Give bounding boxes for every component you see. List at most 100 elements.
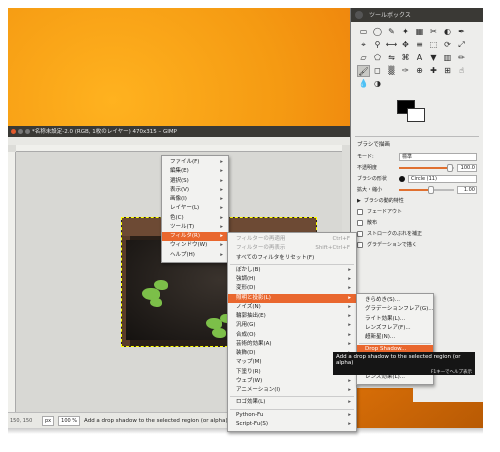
menu-item-filter-2-0[interactable]: Python-Fu ▸ [228, 411, 356, 420]
menu-item-filter-0-5[interactable]: 輪郭抽出(E) ▸ [228, 312, 356, 321]
opacity-slider[interactable] [399, 163, 454, 172]
smooth-label: ストロークのぶれを補正 [367, 231, 423, 237]
rect-select-icon[interactable]: ▭ [357, 26, 370, 38]
dynamics-row[interactable]: ▶ ブラシの動的特性 [351, 195, 483, 206]
background-color-swatch[interactable] [407, 108, 425, 122]
tool-options-title: ブラシで描画 [357, 142, 390, 148]
pencil-icon[interactable]: ✏ [455, 52, 468, 64]
brush-name[interactable]: Circle (11) [408, 174, 477, 183]
menu-item-filter-0-7[interactable]: 合成(O) ▸ [228, 331, 356, 340]
move-icon[interactable]: ✥ [399, 39, 412, 51]
menu-item-main-9[interactable]: ウィンドウ(W) ▸ [162, 241, 228, 250]
opacity-value[interactable]: 100.0 [457, 163, 477, 172]
heal-icon[interactable]: ✚ [427, 65, 440, 77]
minimize-icon[interactable] [18, 129, 23, 134]
menu-item-light-3[interactable]: レンズフレア(F)... [357, 324, 433, 333]
bucket-fill-icon[interactable]: ▼ [427, 52, 440, 64]
crop-icon[interactable]: ⬚ [427, 39, 440, 51]
brush-preview-icon[interactable] [399, 175, 405, 182]
menu-item-filter-0-2[interactable]: 変形(D) ▸ [228, 284, 356, 293]
menu-item-light-0[interactable]: きらめき(S)... [357, 296, 433, 305]
menu-item-main-3[interactable]: 表示(V) ▸ [162, 186, 228, 195]
cage-icon[interactable]: ⌘ [399, 52, 412, 64]
menu-item-main-4[interactable]: 画像(I) ▸ [162, 195, 228, 204]
select-by-color-icon[interactable]: ▦ [413, 26, 426, 38]
smudge-icon[interactable]: ☝ [455, 65, 468, 77]
menu-item-filter-2-1[interactable]: Script-Fu(S) ▸ [228, 420, 356, 429]
menu-item-reset-filters[interactable]: すべてのフィルタをリセット(F) [228, 254, 356, 263]
dodge-burn-icon[interactable]: ◑ [371, 78, 384, 90]
shear-icon[interactable]: ▱ [357, 52, 370, 64]
menu-item-main-5[interactable]: レイヤー(L) ▸ [162, 204, 228, 213]
blur-icon[interactable]: 💧 [357, 78, 370, 90]
ink-icon[interactable]: ✑ [399, 65, 412, 77]
foreground-select-icon[interactable]: ◐ [441, 26, 454, 38]
menu-item-light-1[interactable]: グラデーションフレア(G)... [357, 305, 433, 314]
menu-item-repeat-filter[interactable]: フィルターの再適用 Ctrl+F [228, 235, 356, 244]
menu-item-filter-1-0[interactable]: ロゴ効果(L) ▸ [228, 398, 356, 407]
smooth-checkbox[interactable] [357, 230, 363, 237]
jitter-checkbox[interactable] [357, 219, 363, 226]
menu-item-main-6[interactable]: 色(C) ▸ [162, 214, 228, 223]
unit-select[interactable]: px [42, 415, 55, 426]
menu-item-light-2[interactable]: ライト効果(L)... [357, 315, 433, 324]
menu-item-filter-0-4[interactable]: ノイズ(N) ▸ [228, 303, 356, 312]
opacity-label: 不透明度 [357, 165, 378, 171]
jitter-row[interactable]: 散布 [351, 217, 483, 228]
menu-item-reshow-filter[interactable]: フィルターの再表示 Shift+Ctrl+F [228, 244, 356, 253]
menu-item-main-10[interactable]: ヘルプ(H) ▸ [162, 251, 228, 260]
size-slider[interactable] [399, 185, 454, 194]
menu-item-main-2[interactable]: 選択(S) ▸ [162, 177, 228, 186]
status-message: Add a drop shadow to the selected region… [84, 417, 228, 424]
menu-item-filter-0-3[interactable]: 照明と投影(L) ▸ [228, 293, 356, 303]
menu-item-main-1[interactable]: 編集(E) ▸ [162, 167, 228, 176]
menu-item-main-8[interactable]: フィルタ(R) ▸ [162, 232, 228, 242]
size-value[interactable]: 1.00 [457, 185, 477, 194]
free-select-icon[interactable]: ✎ [385, 26, 398, 38]
menu-item-filter-0-8[interactable]: 芸術的効果(A) ▸ [228, 340, 356, 349]
perspective-clone-icon[interactable]: ⊞ [441, 65, 454, 77]
eraser-icon[interactable]: ◻ [371, 65, 384, 77]
zoom-icon[interactable]: ⚲ [371, 39, 384, 51]
paintbrush-icon[interactable]: 🖌 [357, 65, 370, 77]
menu-item-main-0[interactable]: ファイル(F) ▸ [162, 158, 228, 167]
gradient-row[interactable]: グラデーションで描く [351, 239, 483, 250]
airbrush-icon[interactable]: ▒ [385, 65, 398, 77]
image-menubar [8, 137, 350, 145]
menu-item-filter-0-1[interactable]: 強調(H) ▸ [228, 275, 356, 284]
mode-select[interactable]: 標準 [399, 152, 477, 161]
zoom-select[interactable]: 100 % [58, 415, 81, 426]
align-icon[interactable]: ≡ [413, 39, 426, 51]
menu-item-filter-0-6[interactable]: 汎用(G) ▸ [228, 321, 356, 330]
blend-icon[interactable]: ▥ [441, 52, 454, 64]
color-picker-icon[interactable]: ⌖ [357, 39, 370, 51]
close-icon[interactable] [11, 129, 16, 134]
ellipse-select-icon[interactable]: ◯ [371, 26, 384, 38]
scale-icon[interactable]: ⤢ [455, 39, 468, 51]
flip-icon[interactable]: ⇋ [385, 52, 398, 64]
scissors-icon[interactable]: ✂ [427, 26, 440, 38]
fade-checkbox[interactable] [357, 208, 363, 215]
menu-item-filter-2-0-label: Python-Fu [236, 411, 264, 418]
text-icon[interactable]: A [413, 52, 426, 64]
measure-icon[interactable]: ⟷ [385, 39, 398, 51]
smooth-row[interactable]: ストロークのぶれを補正 [351, 228, 483, 239]
rotate-icon[interactable]: ⟳ [441, 39, 454, 51]
menu-item-light-4[interactable]: 超新星(N)... [357, 333, 433, 342]
menu-item-filter-0-0[interactable]: ぼかし(B) ▸ [228, 266, 356, 275]
menu-item-filter-0-13[interactable]: アニメーション(I) ▸ [228, 386, 356, 395]
leaf [212, 328, 226, 338]
fuzzy-select-icon[interactable]: ✦ [399, 26, 412, 38]
paths-icon[interactable]: ✒ [455, 26, 468, 38]
submenu-arrow-icon: ▸ [220, 168, 223, 175]
maximize-icon[interactable] [25, 129, 30, 134]
close-icon[interactable] [355, 11, 363, 19]
fade-row[interactable]: フェードアウト [351, 206, 483, 217]
clone-icon[interactable]: ⊕ [413, 65, 426, 77]
gradient-checkbox[interactable] [357, 241, 363, 248]
horizontal-ruler[interactable] [16, 145, 342, 152]
vertical-ruler[interactable] [8, 152, 16, 412]
perspective-icon[interactable]: ⬠ [371, 52, 384, 64]
menu-item-main-7[interactable]: ツール(T) ▸ [162, 223, 228, 232]
menu-item-filter-0-12[interactable]: ウェブ(W) ▸ [228, 377, 356, 386]
